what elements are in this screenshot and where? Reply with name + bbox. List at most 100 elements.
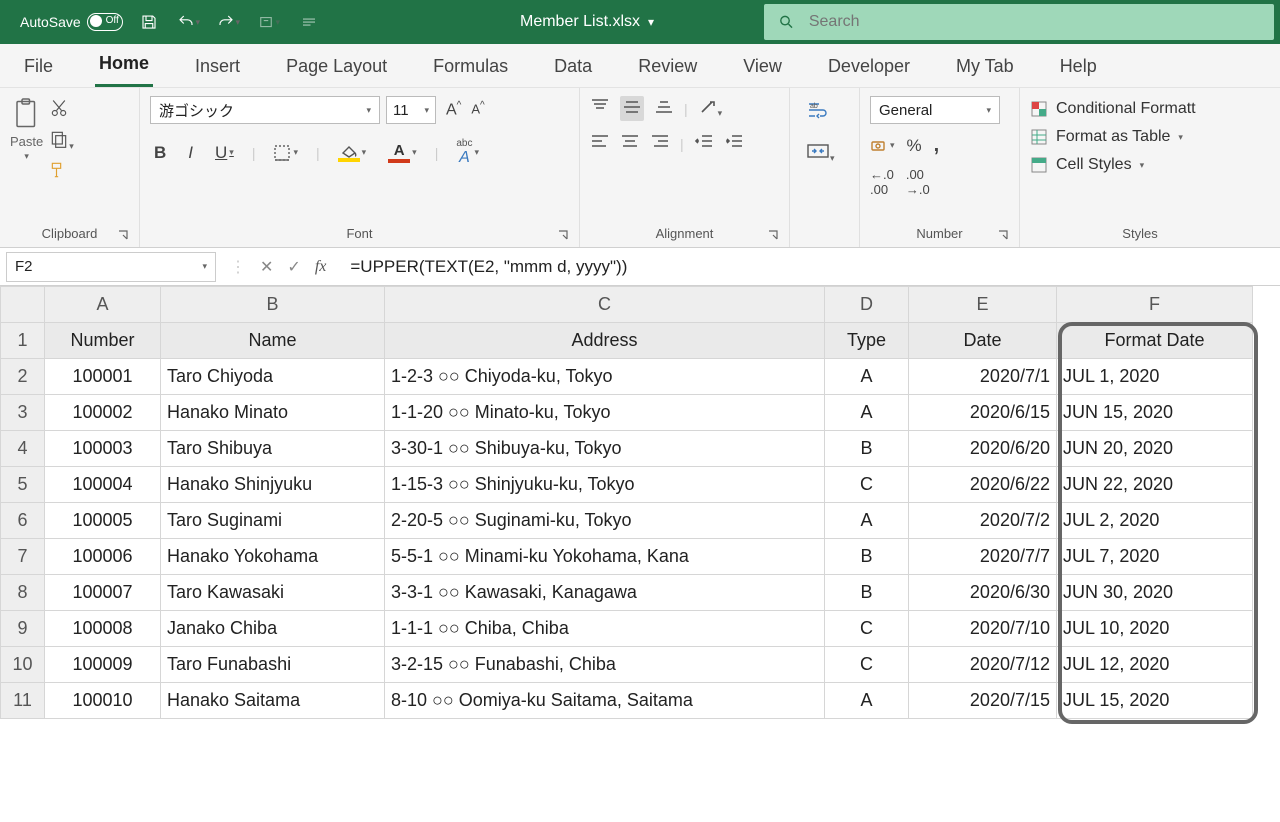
document-title[interactable]: Member List.xlsx ▾: [520, 13, 654, 31]
cell[interactable]: JUN 22, 2020: [1057, 467, 1253, 503]
underline-button[interactable]: U▾: [211, 141, 238, 165]
cell[interactable]: A: [825, 359, 909, 395]
cell-styles-button[interactable]: Cell Styles▾: [1030, 156, 1250, 174]
cell[interactable]: 100007: [45, 575, 161, 611]
merge-center-icon[interactable]: ▾: [806, 141, 843, 164]
col-header-D[interactable]: D: [825, 287, 909, 323]
conditional-formatting-button[interactable]: Conditional Formatt: [1030, 100, 1250, 118]
cell[interactable]: Taro Chiyoda: [161, 359, 385, 395]
phonetic-guide-button[interactable]: abcA▾: [452, 136, 483, 169]
cancel-formula-icon[interactable]: ✕: [260, 257, 273, 277]
cell[interactable]: Hanako Yokohama: [161, 539, 385, 575]
cell[interactable]: Hanako Saitama: [161, 683, 385, 719]
cell[interactable]: B: [825, 431, 909, 467]
cell[interactable]: 100010: [45, 683, 161, 719]
cell[interactable]: JUL 10, 2020: [1057, 611, 1253, 647]
header-cell[interactable]: Type: [825, 323, 909, 359]
align-top-icon[interactable]: [590, 98, 610, 119]
cell[interactable]: A: [825, 395, 909, 431]
borders-button[interactable]: ▾: [269, 142, 302, 164]
cell[interactable]: C: [825, 611, 909, 647]
font-dialog-launcher[interactable]: [557, 229, 569, 241]
cell[interactable]: JUL 2, 2020: [1057, 503, 1253, 539]
fill-color-button[interactable]: ▾: [334, 142, 371, 164]
cell[interactable]: Hanako Shinjyuku: [161, 467, 385, 503]
percent-format-icon[interactable]: %: [907, 136, 922, 156]
search-input[interactable]: [809, 13, 1260, 31]
copy-icon[interactable]: ▾: [49, 129, 74, 152]
row-header[interactable]: 9: [1, 611, 45, 647]
italic-button[interactable]: I: [184, 141, 197, 165]
insert-function-icon[interactable]: fx: [315, 258, 327, 276]
col-header-B[interactable]: B: [161, 287, 385, 323]
cell[interactable]: 100005: [45, 503, 161, 539]
cell[interactable]: 100009: [45, 647, 161, 683]
header-cell[interactable]: Number: [45, 323, 161, 359]
cell[interactable]: A: [825, 503, 909, 539]
cell[interactable]: 2020/6/22: [909, 467, 1057, 503]
tab-file[interactable]: File: [20, 48, 57, 87]
tab-my-tab[interactable]: My Tab: [952, 48, 1018, 87]
increase-font-icon[interactable]: A^: [442, 98, 465, 121]
paste-button[interactable]: Paste ▾: [10, 96, 43, 162]
header-cell[interactable]: Date: [909, 323, 1057, 359]
cell[interactable]: JUL 15, 2020: [1057, 683, 1253, 719]
cell[interactable]: Hanako Minato: [161, 395, 385, 431]
cell[interactable]: 2020/7/7: [909, 539, 1057, 575]
cell[interactable]: 100002: [45, 395, 161, 431]
row-header[interactable]: 8: [1, 575, 45, 611]
cell[interactable]: B: [825, 539, 909, 575]
font-color-button[interactable]: A▾: [384, 140, 421, 165]
customize-toolbar-icon[interactable]: [295, 8, 323, 36]
cell[interactable]: 2020/7/12: [909, 647, 1057, 683]
cell[interactable]: 3-30-1 ○○ Shibuya-ku, Tokyo: [385, 431, 825, 467]
cell[interactable]: Janako Chiba: [161, 611, 385, 647]
cell[interactable]: Taro Suginami: [161, 503, 385, 539]
cell[interactable]: Taro Shibuya: [161, 431, 385, 467]
cell[interactable]: JUN 30, 2020: [1057, 575, 1253, 611]
tab-home[interactable]: Home: [95, 45, 153, 87]
accounting-format-icon[interactable]: ▾: [870, 138, 895, 154]
cell[interactable]: 2020/6/20: [909, 431, 1057, 467]
font-name-select[interactable]: 游ゴシック▾: [150, 96, 380, 124]
cell[interactable]: JUN 15, 2020: [1057, 395, 1253, 431]
cell[interactable]: 2020/7/15: [909, 683, 1057, 719]
cell[interactable]: 2020/6/15: [909, 395, 1057, 431]
cell[interactable]: JUL 7, 2020: [1057, 539, 1253, 575]
tab-formulas[interactable]: Formulas: [429, 48, 512, 87]
cell[interactable]: Taro Kawasaki: [161, 575, 385, 611]
align-bottom-icon[interactable]: [654, 98, 674, 119]
row-header[interactable]: 6: [1, 503, 45, 539]
tab-review[interactable]: Review: [634, 48, 701, 87]
align-left-icon[interactable]: [590, 133, 610, 154]
row-header[interactable]: 2: [1, 359, 45, 395]
cell[interactable]: B: [825, 575, 909, 611]
cell[interactable]: 100001: [45, 359, 161, 395]
align-center-icon[interactable]: [620, 133, 640, 154]
cell[interactable]: 8-10 ○○ Oomiya-ku Saitama, Saitama: [385, 683, 825, 719]
cell[interactable]: 100008: [45, 611, 161, 647]
cell[interactable]: JUL 12, 2020: [1057, 647, 1253, 683]
col-header-F[interactable]: F: [1057, 287, 1253, 323]
row-header[interactable]: 1: [1, 323, 45, 359]
comma-format-icon[interactable]: ,: [934, 134, 940, 157]
select-all-corner[interactable]: [1, 287, 45, 323]
autosave-toggle[interactable]: AutoSave Off: [20, 13, 123, 31]
cell[interactable]: 100006: [45, 539, 161, 575]
decrease-font-icon[interactable]: A^: [467, 98, 488, 121]
format-as-table-button[interactable]: Format as Table▾: [1030, 128, 1250, 146]
row-header[interactable]: 10: [1, 647, 45, 683]
cell[interactable]: 3-3-1 ○○ Kawasaki, Kanagawa: [385, 575, 825, 611]
orientation-icon[interactable]: ▾: [698, 98, 723, 119]
cell[interactable]: 2020/7/10: [909, 611, 1057, 647]
col-header-E[interactable]: E: [909, 287, 1057, 323]
font-size-select[interactable]: 11▾: [386, 96, 436, 124]
wrap-text-icon[interactable]: ab: [806, 100, 843, 123]
format-painter-icon[interactable]: [49, 160, 74, 183]
row-header[interactable]: 3: [1, 395, 45, 431]
formula-input[interactable]: =UPPER(TEXT(E2, "mmm d, yyyy")): [340, 257, 1280, 277]
cell[interactable]: 5-5-1 ○○ Minami-ku Yokohama, Kana: [385, 539, 825, 575]
align-right-icon[interactable]: [650, 133, 670, 154]
tab-data[interactable]: Data: [550, 48, 596, 87]
spreadsheet-grid[interactable]: A B C D E F 1 Number Name Address Type D…: [0, 286, 1280, 719]
